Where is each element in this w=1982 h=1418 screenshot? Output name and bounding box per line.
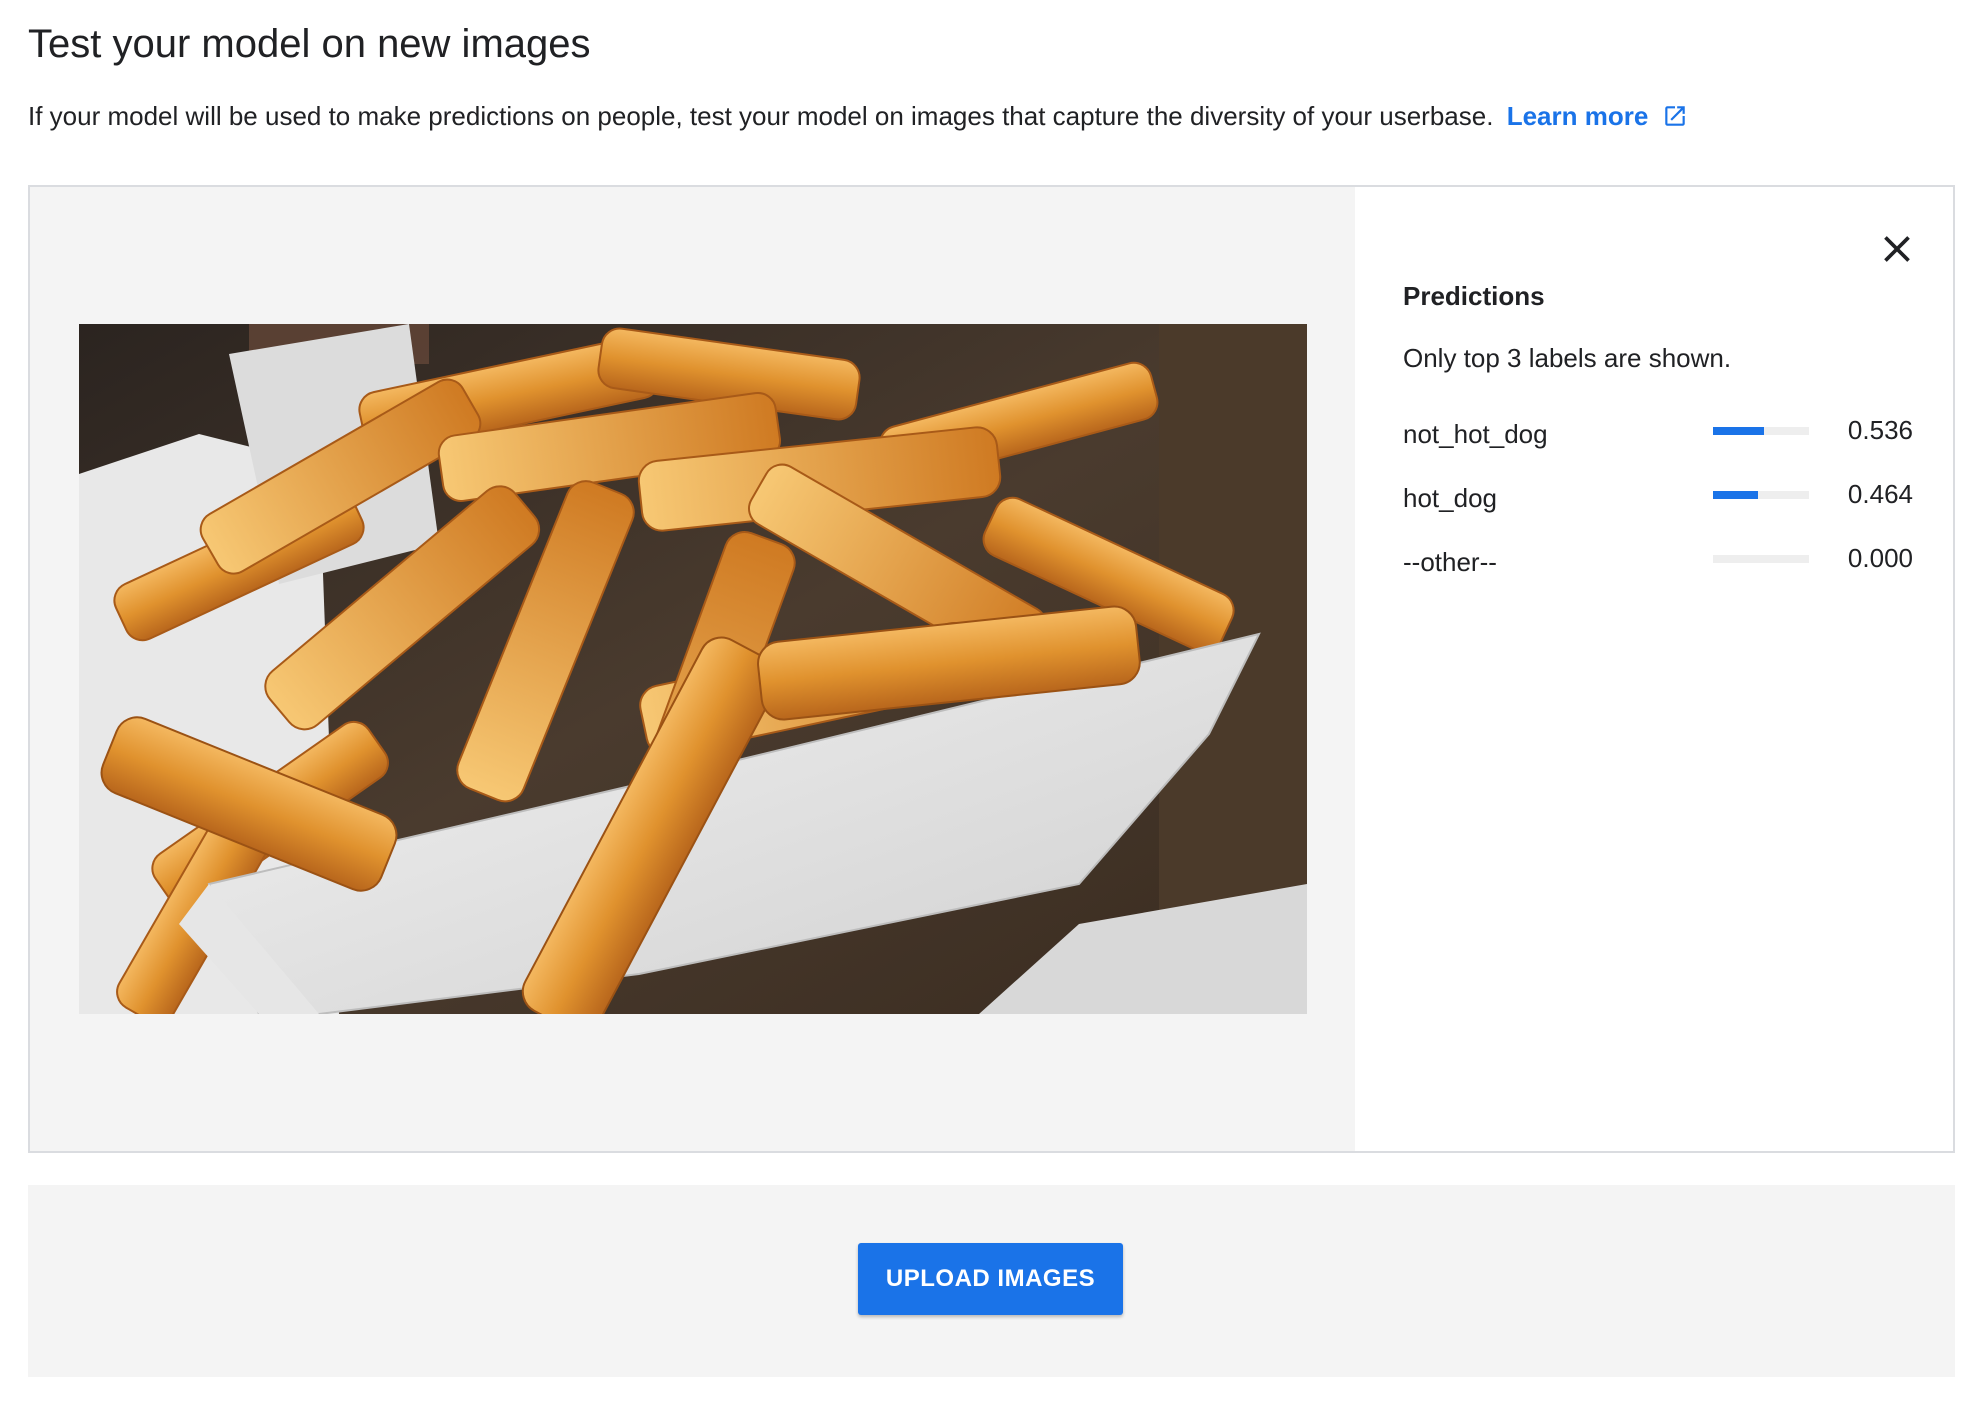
prediction-row: hot_dog 0.464 (1403, 477, 1913, 517)
predictions-note: Only top 3 labels are shown. (1403, 343, 1732, 373)
test-image (79, 324, 1307, 1014)
prediction-score-bar (1713, 555, 1809, 563)
prediction-score-bar (1713, 427, 1809, 435)
french-fries-photo (79, 324, 1307, 1014)
page-title: Test your model on new images (28, 22, 591, 66)
upload-images-button[interactable]: UPLOAD IMAGES (858, 1243, 1123, 1315)
predictions-panel: Predictions Only top 3 labels are shown.… (1355, 187, 1953, 1151)
prediction-score: 0.536 (1847, 415, 1913, 445)
close-button[interactable] (1875, 227, 1919, 271)
learn-more-label: Learn more (1506, 101, 1649, 131)
test-image-area (30, 187, 1355, 1151)
prediction-label: --other-- (1403, 547, 1497, 577)
prediction-score-fill (1713, 491, 1758, 499)
prediction-score: 0.000 (1847, 543, 1913, 573)
prediction-label: hot_dog (1403, 483, 1497, 513)
prediction-score-fill (1713, 427, 1765, 435)
prediction-score: 0.464 (1847, 479, 1913, 509)
prediction-row: not_hot_dog 0.536 (1403, 413, 1913, 453)
page-description: If your model will be used to make predi… (28, 98, 1688, 134)
upload-area: UPLOAD IMAGES (28, 1185, 1955, 1377)
external-link-icon (1665, 106, 1686, 126)
close-icon (1884, 236, 1910, 262)
prediction-card: Predictions Only top 3 labels are shown.… (28, 185, 1955, 1153)
description-text: If your model will be used to make predi… (28, 101, 1494, 131)
predictions-title: Predictions (1403, 281, 1545, 311)
prediction-row: --other-- 0.000 (1403, 541, 1913, 581)
prediction-label: not_hot_dog (1403, 419, 1548, 449)
prediction-score-bar (1713, 491, 1809, 499)
learn-more-link[interactable]: Learn more (1507, 101, 1689, 131)
test-model-page: Test your model on new images If your mo… (0, 0, 1982, 1418)
